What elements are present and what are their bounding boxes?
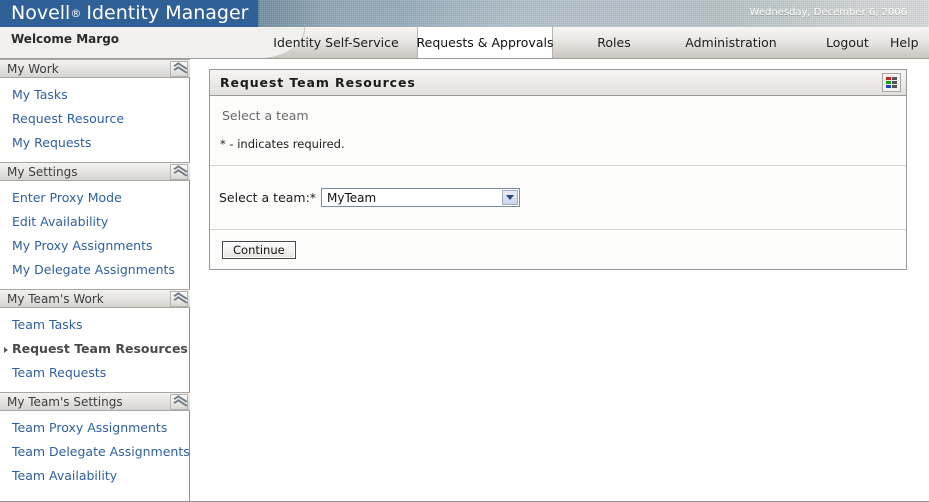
required-field-note: * - indicates required. [220,137,345,151]
sidebar: My Work My Tasks Request Resource My Req… [0,59,190,502]
collapse-button-my-work[interactable] [170,61,188,77]
sidebar-item-my-delegate-assignments[interactable]: My Delegate Assignments [0,258,189,282]
help-link[interactable]: Help [890,27,919,58]
chevron-up-double-icon [174,294,185,304]
section-caption: Select a team [222,108,309,123]
team-select[interactable]: MyTeam [321,188,520,207]
sidebar-section-header-my-settings[interactable]: My Settings [0,162,190,181]
page-title: Request Team Resources [220,75,416,90]
header-date: Wednesday, December 6, 2006 [749,7,907,18]
continue-button[interactable]: Continue [222,241,296,259]
grid-view-button[interactable] [882,73,901,92]
logout-link[interactable]: Logout [826,27,869,58]
collapse-button-my-teams-settings[interactable] [170,394,188,410]
sidebar-item-my-requests[interactable]: My Requests [0,131,189,155]
sidebar-section-title: My Settings [7,164,78,179]
sidebar-item-my-proxy-assignments[interactable]: My Proxy Assignments [0,234,189,258]
sidebar-section-body-my-work: My Tasks Request Resource My Requests [0,78,189,162]
sidebar-item-enter-proxy-mode[interactable]: Enter Proxy Mode [0,186,189,210]
chevron-down-icon [506,195,514,200]
brand-header: Novell® Identity Manager Wednesday, Decem… [0,0,929,27]
sidebar-item-team-requests[interactable]: Team Requests [0,361,189,385]
registered-mark-icon: ® [70,7,82,20]
team-select-label: Select a team:* [219,190,317,205]
grid-view-icon [885,76,898,89]
application-window: Novell® Identity Manager Wednesday, Decem… [0,0,929,502]
sidebar-item-edit-availability[interactable]: Edit Availability [0,210,189,234]
sidebar-section-header-my-teams-settings[interactable]: My Team's Settings [0,392,190,411]
sidebar-section-body-my-teams-work: Team Tasks Request Team Resources Team R… [0,308,189,392]
tab-roles[interactable]: Roles [568,27,660,58]
brand-title: Novell® Identity Manager [11,2,248,25]
panel-header: Request Team Resources [210,70,906,96]
sidebar-section-body-my-settings: Enter Proxy Mode Edit Availability My Pr… [0,181,189,289]
team-select-row: Select a team:* MyTeam [210,166,906,230]
sidebar-item-request-team-resources[interactable]: Request Team Resources [0,337,189,361]
tab-identity-self-service[interactable]: Identity Self-Service [256,27,416,58]
tab-requests-and-approvals[interactable]: Requests & Approvals [417,27,553,58]
tab-bar: Identity Self-Service Requests & Approva… [0,27,929,58]
chevron-up-double-icon [174,64,185,74]
collapse-button-my-settings[interactable] [170,164,188,180]
sidebar-item-team-proxy-assignments[interactable]: Team Proxy Assignments [0,416,189,440]
intro-section: Select a team * - indicates required. [210,96,906,166]
request-team-resources-panel: Request Team Resources Select a team * -… [209,69,907,270]
sidebar-section-header-my-work[interactable]: My Work [0,59,190,78]
brand-name: Novell [11,2,71,24]
chevron-up-double-icon [174,397,185,407]
collapse-button-my-teams-work[interactable] [170,291,188,307]
header-swoosh-graphic [300,0,720,27]
sidebar-item-team-availability[interactable]: Team Availability [0,464,189,488]
sidebar-section-title: My Work [7,61,59,76]
actions-row: Continue [210,230,906,269]
sidebar-item-team-tasks[interactable]: Team Tasks [0,313,189,337]
team-select-arrow-button[interactable] [502,190,518,205]
tab-administration[interactable]: Administration [660,27,802,58]
chevron-up-double-icon [174,167,185,177]
sidebar-item-request-resource[interactable]: Request Resource [0,107,189,131]
sidebar-section-title: My Team's Settings [7,394,123,409]
product-name: Identity Manager [86,2,249,24]
team-select-value: MyTeam [327,190,377,205]
sidebar-section-header-my-teams-work[interactable]: My Team's Work [0,289,190,308]
sidebar-section-body-my-teams-settings: Team Proxy Assignments Team Delegate Ass… [0,411,190,495]
sidebar-item-team-delegate-assignments[interactable]: Team Delegate Assignments [0,440,190,464]
navigation-bar: Welcome Margo Identity Self-Service Requ… [0,27,929,59]
sidebar-item-my-tasks[interactable]: My Tasks [0,83,189,107]
main-content: Request Team Resources Select a team * -… [190,59,929,502]
sidebar-section-title: My Team's Work [7,291,104,306]
